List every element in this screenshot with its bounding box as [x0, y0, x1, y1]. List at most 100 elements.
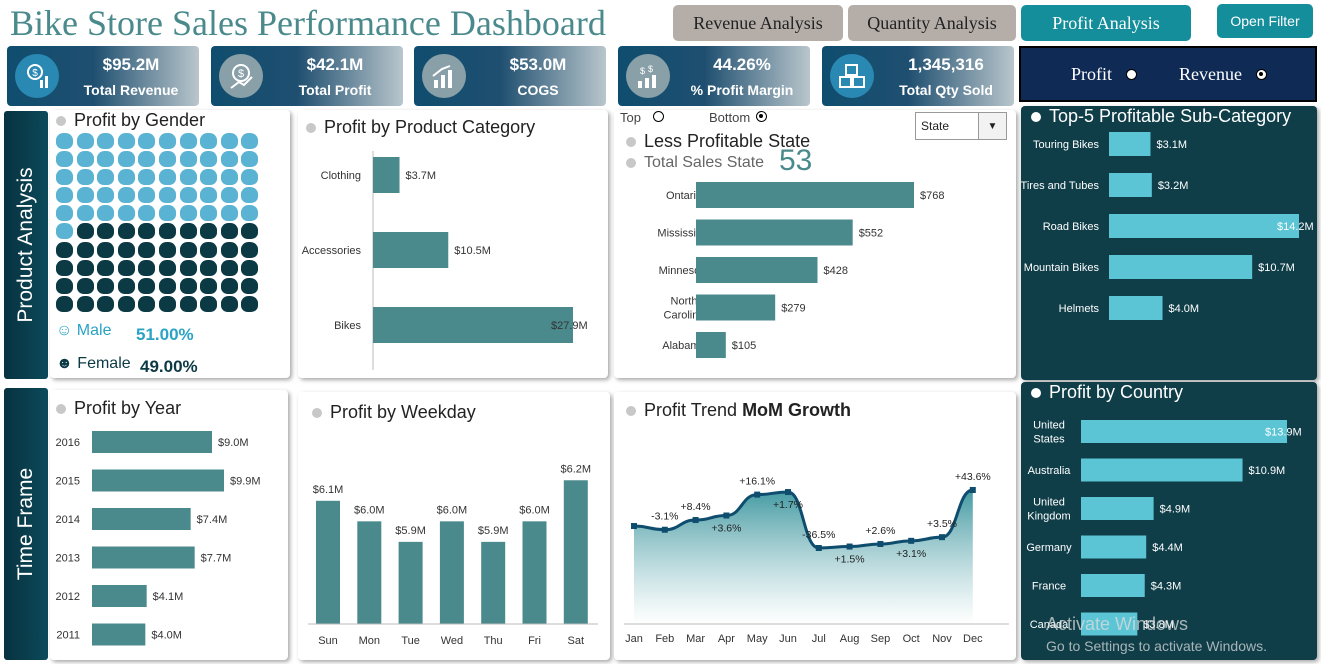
axis-category-label: Mountain Bikes: [1024, 262, 1100, 274]
female-person-icon: [179, 241, 197, 258]
bar: [1081, 497, 1154, 520]
female-person-icon: [76, 241, 94, 258]
data-label: $5.9M: [395, 525, 426, 537]
data-label: +3.5%: [927, 518, 957, 530]
toggle-profit-radio[interactable]: [1126, 68, 1138, 80]
data-label: +1.7%: [773, 499, 803, 511]
bullet-icon: [56, 404, 66, 415]
female-person-icon: [117, 241, 135, 258]
female-person-icon: [97, 277, 115, 294]
axis-category-label: 2011: [56, 630, 80, 642]
weekday-title: Profit by Weekday: [312, 402, 476, 423]
svg-text:$: $: [648, 64, 653, 74]
male-person-icon: [76, 169, 94, 186]
svg-text:$: $: [32, 68, 38, 79]
toggle-profit[interactable]: Profit: [1071, 63, 1138, 85]
male-person-icon: [158, 169, 176, 186]
male-person-icon: [220, 169, 238, 186]
axis-category-label: Mar: [686, 633, 705, 645]
axis-category-label: 2015: [56, 476, 80, 488]
bottom-option[interactable]: Bottom: [709, 110, 768, 125]
female-icon: ☻: [56, 355, 73, 372]
bottom-radio[interactable]: [756, 111, 768, 122]
axis-category-label: Wed: [441, 635, 463, 647]
bullet-icon: [56, 116, 66, 127]
male-person-icon: [56, 169, 73, 186]
bar: [522, 521, 547, 624]
toggle-profit-label: Profit: [1071, 63, 1113, 84]
trend-point: [846, 543, 853, 550]
male-person-icon: [56, 151, 73, 168]
trend-point: [908, 537, 915, 544]
male-person-icon: [200, 205, 218, 222]
trend-point: [785, 489, 791, 496]
female-person-icon: [56, 277, 73, 294]
bar: [92, 623, 146, 646]
kpi-value: $42.1M: [306, 55, 364, 74]
male-person-icon: [179, 133, 197, 149]
female-person-icon: [138, 277, 156, 294]
bar: [92, 508, 191, 530]
profit-analysis-button[interactable]: Profit Analysis: [1021, 5, 1191, 41]
total-sales-state-label: Total Sales State: [644, 154, 765, 171]
data-label: $105: [732, 340, 756, 352]
axis-category-label: Dec: [963, 633, 983, 645]
activation-watermark: Activate Windows: [1046, 614, 1189, 634]
top-option[interactable]: Top: [620, 110, 664, 125]
profit-icon: $: [219, 54, 263, 98]
female-person-icon: [76, 295, 94, 312]
female-person-icon: [158, 241, 176, 258]
axis-category-label: Jun: [779, 633, 797, 645]
revenue-analysis-button[interactable]: Revenue Analysis: [673, 5, 843, 41]
quantity-analysis-button[interactable]: Quantity Analysis: [848, 5, 1016, 41]
toggle-revenue-radio[interactable]: [1256, 68, 1267, 80]
female-person-icon: [179, 259, 197, 276]
male-person-icon: [200, 187, 218, 204]
data-label: +43.6%: [955, 471, 991, 483]
data-label: $6.0M: [354, 504, 385, 516]
bottom-label: Bottom: [709, 110, 751, 125]
axis-category-label: France: [1032, 581, 1066, 593]
axis-category-label: Feb: [655, 633, 674, 645]
male-person-icon: [76, 151, 94, 168]
boxes-icon: [830, 54, 874, 98]
trend-point: [661, 526, 668, 533]
axis-category-label: Tue: [401, 635, 420, 647]
dashboard-title: Bike Store Sales Performance Dashboard: [10, 3, 606, 43]
toggle-revenue[interactable]: Revenue: [1179, 64, 1267, 85]
data-label: $6.1M: [313, 484, 344, 496]
state-dropdown[interactable]: State ▼: [915, 112, 1007, 140]
male-person-icon: [56, 223, 73, 240]
top-radio[interactable]: [652, 111, 664, 122]
female-label: Female: [77, 355, 131, 372]
female-person-icon: [117, 277, 135, 294]
bar: [696, 294, 776, 321]
category-title-text: Profit by Product Category: [324, 117, 536, 137]
sidebar-product-analysis[interactable]: Product Analysis: [4, 111, 48, 379]
axis-category-label: Mon: [359, 635, 380, 647]
female-person-icon: [200, 259, 218, 276]
female-person-icon: [76, 259, 94, 276]
kpi-label: % Profit Margin: [690, 82, 794, 98]
female-person-icon: [76, 223, 94, 240]
axis-category-label: Thu: [484, 635, 503, 647]
sidebar-time-frame[interactable]: Time Frame: [4, 388, 48, 660]
open-filter-button[interactable]: Open Filter: [1217, 4, 1313, 38]
male-person-icon: [117, 187, 135, 204]
chevron-down-icon[interactable]: ▼: [978, 113, 1006, 139]
axis-category-label: 2012: [56, 591, 80, 603]
male-person-icon: [97, 169, 115, 186]
trend-point: [723, 512, 730, 519]
data-label: $279: [781, 303, 805, 315]
data-label: $10.9M: [1249, 465, 1286, 477]
axis-category-label: 2016: [56, 437, 80, 449]
bar: [696, 257, 818, 283]
money-growth-icon: $ $: [626, 54, 670, 98]
female-person-icon: [97, 295, 115, 312]
female-person-icon: [158, 259, 176, 276]
male-person-icon: [97, 151, 115, 168]
bar: [373, 232, 449, 268]
male-person-icon: [97, 133, 115, 149]
data-label: $10.5M: [454, 245, 491, 257]
top-label: Top: [620, 110, 641, 125]
